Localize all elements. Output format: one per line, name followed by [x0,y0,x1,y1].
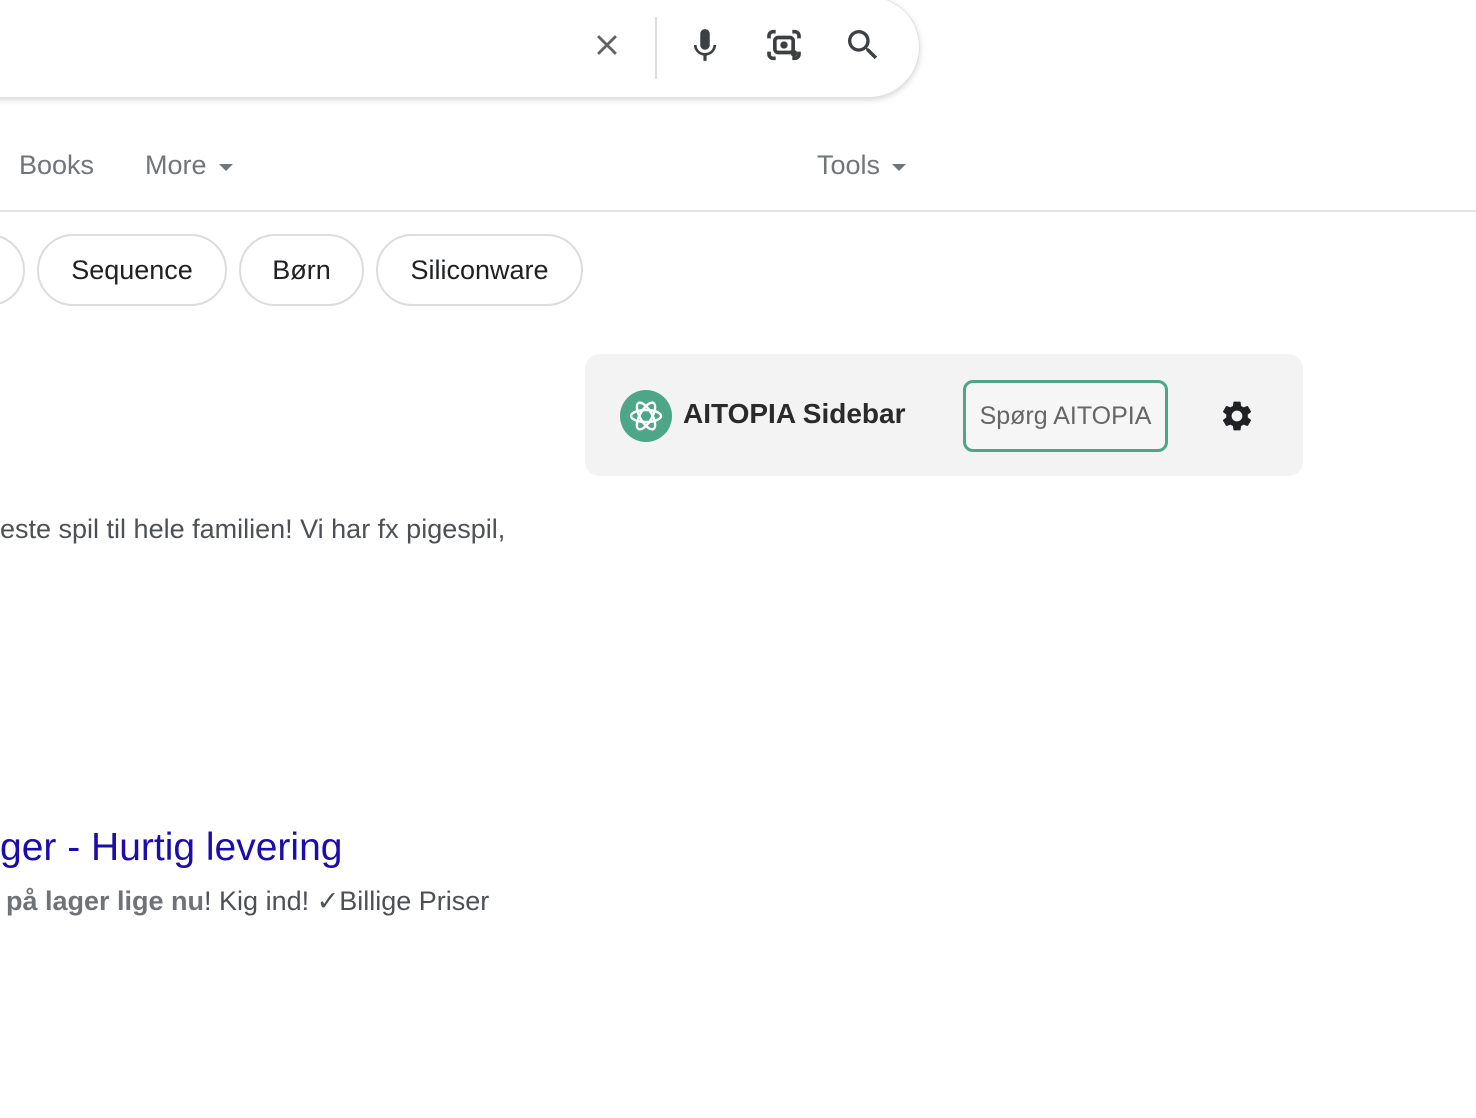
result-desc-text: ! Kig ind! ✓Billige Priser [204,886,490,916]
search-box[interactable] [0,0,920,98]
tools-button[interactable]: Tools [817,150,907,181]
result-snippet: este spil til hele familien! Vi har fx p… [0,514,506,544]
chip-label: Sequence [71,254,193,285]
tab-books-label: Books [19,150,95,180]
close-icon[interactable] [585,23,629,67]
tools-label: Tools [817,150,881,180]
chip-siliconware[interactable]: Siliconware [376,234,583,306]
aitopia-logo-icon [620,390,672,442]
chip-sequence[interactable]: Sequence [37,234,227,306]
tab-books[interactable]: Books [19,150,94,181]
chip-partial[interactable] [0,234,25,306]
tab-more-label: More [145,150,207,180]
chip-label: Siliconware [410,254,549,285]
gear-icon[interactable] [1219,398,1255,434]
result-desc-highlight: på lager lige nu [6,886,205,916]
chip-born[interactable]: Børn [239,234,364,306]
ask-aitopia-button[interactable]: Spørg AITOPIA [963,380,1168,452]
result-title-link[interactable]: ger - Hurtig levering [0,826,342,870]
chip-label: Børn [272,254,331,285]
result-description: på lager lige nu! Kig ind! ✓Billige Pris… [6,886,489,917]
camera-lens-icon[interactable] [762,23,806,67]
aitopia-title: AITOPIA Sidebar [683,398,906,429]
tabs-divider [0,210,1476,212]
search-icon[interactable] [841,23,885,67]
caret-down-icon [218,163,233,171]
search-box-divider [655,17,657,79]
search-results-page: Books More Tools Sequence Børn Siliconwa… [0,0,1476,1118]
microphone-icon[interactable] [683,23,727,67]
tab-more[interactable]: More [145,150,233,181]
caret-down-icon [892,163,907,171]
aitopia-panel: AITOPIA Sidebar Spørg AITOPIA [585,354,1303,476]
